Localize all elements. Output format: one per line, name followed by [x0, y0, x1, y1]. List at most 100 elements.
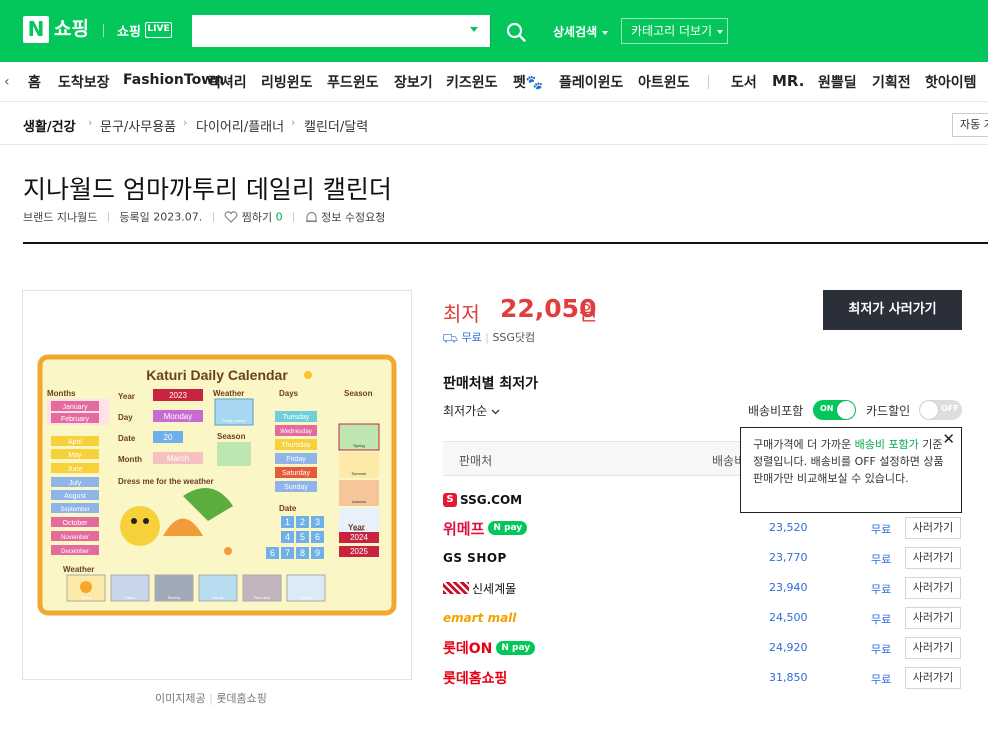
- seller-row: 롯데ON N pay 24,920 무료 사러가기: [443, 633, 962, 663]
- tooltip-highlight: 배송비 포함가: [854, 438, 919, 451]
- seller-logo-ssg[interactable]: S SSG.COM: [443, 489, 522, 511]
- day-card: Friday: [286, 456, 306, 463]
- lowest-seller[interactable]: SSG닷컴: [492, 331, 535, 344]
- wish-button[interactable]: 찜하기 0: [224, 210, 283, 224]
- seller-price[interactable]: 31,850: [769, 671, 808, 684]
- advanced-search-button[interactable]: 상세검색: [553, 23, 609, 40]
- nav-item-home[interactable]: 홈: [28, 72, 41, 92]
- seller-price[interactable]: 23,770: [769, 551, 808, 564]
- date-digit: 6: [270, 548, 275, 558]
- wish-count: 0: [275, 210, 283, 224]
- meta-divider: [107, 212, 109, 222]
- npay-badge: N pay: [496, 641, 536, 655]
- nav-item-hot[interactable]: 핫아이템: [925, 72, 977, 92]
- naver-logo[interactable]: N: [23, 16, 49, 43]
- month-label: Month: [118, 455, 142, 464]
- date-digit: 3: [315, 517, 320, 527]
- nav-item-food[interactable]: 푸드윈도: [327, 72, 379, 92]
- seller-logo-lottehomeshopping[interactable]: 롯데홈쇼핑: [443, 667, 507, 689]
- shipping-include-toggle[interactable]: ON: [813, 400, 856, 420]
- seller-buy-button[interactable]: 사러가기: [905, 637, 961, 659]
- seller-buy-button[interactable]: 사러가기: [905, 577, 961, 599]
- nav-item-delivery[interactable]: 도착보장: [58, 72, 110, 92]
- card-discount-toggle[interactable]: OFF: [919, 400, 962, 420]
- seller-name: 롯데홈쇼핑: [443, 671, 508, 687]
- search-button[interactable]: [490, 15, 540, 47]
- seller-buy-button[interactable]: 사러가기: [905, 547, 961, 569]
- breadcrumb-item[interactable]: 문구/사무용품: [100, 116, 176, 135]
- seller-row: emart mall 24,500 무료 사러가기: [443, 603, 962, 633]
- nav-item-kids[interactable]: 키즈윈도: [446, 72, 498, 92]
- chevron-down-icon: [602, 30, 609, 35]
- product-image[interactable]: Katuri Daily Calendar Months January Feb…: [22, 290, 412, 680]
- live-badge[interactable]: LIVE: [145, 22, 172, 38]
- nav-item-play[interactable]: 플레이윈도: [559, 72, 623, 92]
- lowest-shipping-info: 무료 | SSG닷컴: [443, 329, 535, 345]
- calendar-illustration: Katuri Daily Calendar Months January Feb…: [37, 354, 397, 616]
- breadcrumb-item[interactable]: 생활/건강: [23, 116, 76, 135]
- seller-logo-gsshop[interactable]: GS SHOP: [443, 547, 507, 569]
- nav-item-luxury[interactable]: 럭셔리: [208, 72, 247, 92]
- weather-card: Fine dust: [254, 595, 271, 600]
- shopping-logo-text[interactable]: 쇼핑: [54, 16, 89, 43]
- date-digit: 9: [315, 548, 320, 558]
- day-card: Saturday: [282, 470, 311, 477]
- month-card: March: [167, 454, 189, 463]
- nav-item-grocery[interactable]: 장보기: [394, 72, 433, 92]
- auto-toggle-button[interactable]: 자동 가: [952, 113, 988, 137]
- seller-name: emart mall: [443, 611, 517, 625]
- nav-item-onedeal[interactable]: 원쁠딜: [818, 72, 857, 92]
- reg-label: 등록일: [119, 211, 150, 224]
- date-digit: 2: [300, 517, 305, 527]
- day-card: Sunday: [284, 484, 308, 491]
- seller-price[interactable]: 24,500: [769, 611, 808, 624]
- seller-logo-emart[interactable]: emart mall: [443, 607, 516, 629]
- image-credit-seller[interactable]: 롯데홈쇼핑: [216, 692, 267, 705]
- year-card: 2024: [350, 533, 368, 542]
- edit-request-button[interactable]: 정보 수정요청: [305, 210, 385, 224]
- nav-item-books[interactable]: 도서: [731, 72, 757, 92]
- weather-card: Stormy: [168, 595, 181, 600]
- season-label: Season: [344, 389, 373, 398]
- search-autocomplete-caret-icon[interactable]: [470, 27, 478, 32]
- bell-icon: [305, 211, 317, 223]
- seller-shipping: 무료: [871, 613, 892, 626]
- date-card: 20: [164, 433, 173, 442]
- nav-item-living[interactable]: 리빙윈도: [261, 72, 313, 92]
- shopping-live-text[interactable]: 쇼핑: [117, 21, 141, 40]
- nav-item-exhibition[interactable]: 기획전: [872, 72, 911, 92]
- close-icon[interactable]: ✕: [942, 432, 955, 447]
- nav-item-art[interactable]: 아트윈도: [638, 72, 690, 92]
- breadcrumb-item[interactable]: 다이어리/플래너: [196, 116, 284, 135]
- seller-price[interactable]: 23,520: [769, 521, 808, 534]
- seller-buy-button[interactable]: 사러가기: [905, 667, 961, 689]
- sort-select[interactable]: 최저가순: [443, 402, 500, 419]
- buy-lowest-button[interactable]: 최저가 사러가기: [823, 290, 962, 330]
- breadcrumb-item[interactable]: 캘린더/달력: [304, 116, 368, 135]
- nav-item-pet[interactable]: 펫🐾: [513, 72, 543, 92]
- seller-row: 위메프 N pay 23,520 무료 사러가기: [443, 513, 962, 543]
- seller-logo-lotteon[interactable]: 롯데ON N pay: [443, 637, 536, 659]
- seller-shipping: 무료: [871, 673, 892, 686]
- month-card: June: [67, 466, 82, 473]
- month-card: August: [64, 493, 86, 500]
- year-card: 2023: [169, 391, 187, 400]
- seller-price[interactable]: 23,940: [769, 581, 808, 594]
- shipping-sort-tooltip: 구매가격에 더 가까운 배송비 포함가 기준 정렬입니다. 배송비를 OFF 설…: [740, 427, 962, 513]
- search-input[interactable]: [192, 15, 490, 47]
- weather-card: Rainy: [125, 595, 135, 600]
- month-card: May: [68, 452, 82, 459]
- seller-buy-button[interactable]: 사러가기: [905, 517, 961, 539]
- weather-card: Windy: [212, 595, 223, 600]
- category-more-button[interactable]: 카테고리 더보기: [621, 18, 728, 44]
- nav-left-arrow-icon[interactable]: ‹: [4, 74, 10, 90]
- seller-buy-button[interactable]: 사러가기: [905, 607, 961, 629]
- category-nav: ‹ 홈 도착보장 FashionTown 럭셔리 리빙윈도 푸드윈도 장보기 키…: [0, 62, 988, 102]
- seller-logo-wemakeprice[interactable]: 위메프 N pay: [443, 517, 528, 539]
- brand-name[interactable]: 지나월드: [57, 211, 97, 224]
- nav-item-mr[interactable]: MR.: [772, 72, 804, 90]
- seller-logo-shinsegae[interactable]: 신세계몰: [443, 577, 516, 599]
- seller-section-heading: 판매처별 최저가: [443, 376, 539, 392]
- seller-name: 신세계몰: [472, 581, 517, 596]
- seller-price[interactable]: 24,920: [769, 641, 808, 654]
